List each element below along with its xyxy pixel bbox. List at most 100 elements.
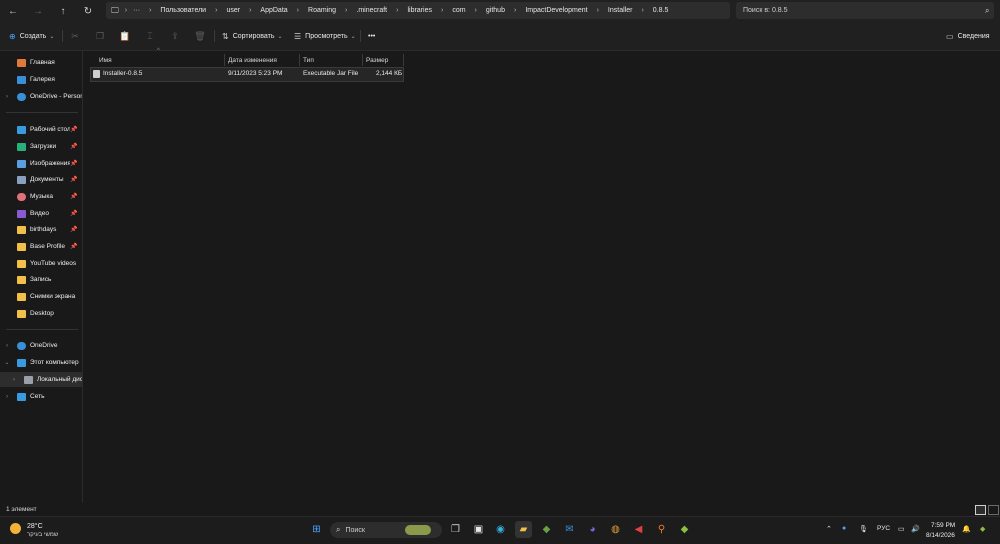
clock-date[interactable]: 8/14/2026: [926, 532, 955, 539]
sidebar-item-this-pc[interactable]: ⌄ Этот компьютер: [0, 355, 82, 370]
pin-icon[interactable]: 📌: [70, 226, 80, 233]
chevron-right-icon[interactable]: ›: [3, 343, 11, 349]
microphone-icon[interactable]: 🎙: [859, 525, 868, 533]
address-bar[interactable]: 🖵 › ··· › Пользователи › user › AppData …: [106, 2, 730, 19]
windows-start-icon[interactable]: ⊞: [308, 521, 325, 538]
column-header-size[interactable]: Размер: [366, 54, 388, 66]
sidebar-item-music[interactable]: Музыка 📌: [0, 189, 82, 204]
search-icon[interactable]: ⌕: [985, 6, 989, 16]
language-indicator[interactable]: РУС: [877, 525, 890, 532]
volume-icon[interactable]: 🔊: [911, 525, 920, 533]
sidebar-item-local-disk[interactable]: › Локальный диск: [0, 372, 82, 387]
breadcrumb-item[interactable]: github: [486, 7, 505, 14]
breadcrumb-item[interactable]: Installer: [608, 7, 633, 14]
view-button[interactable]: ☰ Просмотреть ⌄: [294, 29, 356, 43]
column-divider[interactable]: [224, 54, 225, 66]
sidebar-item-images[interactable]: Изображения 📌: [0, 156, 82, 171]
tiles-view-icon[interactable]: [988, 505, 999, 515]
back-arrow-icon[interactable]: ←: [5, 3, 21, 19]
up-arrow-icon[interactable]: ↑: [55, 3, 71, 19]
discord-icon[interactable]: ◕: [584, 521, 601, 538]
column-header-date[interactable]: Дата изменения: [228, 54, 277, 66]
breadcrumb-item[interactable]: .minecraft: [356, 7, 387, 14]
pin-icon[interactable]: 📌: [70, 210, 80, 217]
sidebar-item-recording[interactable]: Запись: [0, 272, 82, 287]
cut-icon[interactable]: ✂: [68, 29, 82, 43]
pin-icon[interactable]: 📌: [70, 126, 80, 133]
sidebar-item-desktop[interactable]: Рабочий стол 📌: [0, 122, 82, 137]
minecraft-icon[interactable]: ◆: [538, 521, 555, 538]
sidebar-item-label: Документы: [30, 176, 64, 183]
chrome-icon[interactable]: ◍: [607, 521, 624, 538]
copy-icon[interactable]: ❐: [93, 29, 107, 43]
sidebar-item-base-profile[interactable]: Base Profile 📌: [0, 239, 82, 254]
sidebar-item-onedrive[interactable]: › OneDrive: [0, 338, 82, 353]
chevron-right-icon[interactable]: ›: [3, 94, 11, 100]
taskbar-search[interactable]: ⌕ Поиск: [330, 522, 442, 538]
chevron-right-icon[interactable]: ›: [10, 377, 18, 383]
breadcrumb-item[interactable]: com: [452, 7, 465, 14]
search-input[interactable]: [741, 6, 965, 15]
sort-button[interactable]: ⇅ Сортировать ⌄: [222, 29, 283, 43]
chevron-down-icon[interactable]: ⌄: [3, 359, 11, 366]
edge-icon[interactable]: ◉: [492, 521, 509, 538]
sidebar-item-downloads[interactable]: Загрузки 📌: [0, 139, 82, 154]
search-app-icon[interactable]: ⚲: [653, 521, 670, 538]
column-header-type[interactable]: Тип: [303, 54, 314, 66]
pin-icon[interactable]: 📌: [70, 243, 80, 250]
forward-arrow-icon[interactable]: →: [30, 3, 46, 19]
sidebar-item-home[interactable]: Главная: [0, 55, 82, 70]
paste-icon[interactable]: 📋: [118, 29, 132, 43]
column-divider[interactable]: [362, 54, 363, 66]
details-view-icon[interactable]: [975, 505, 986, 515]
sidebar-item-documents[interactable]: Документы 📌: [0, 172, 82, 187]
pin-icon[interactable]: 📌: [70, 193, 80, 200]
search-box[interactable]: ⌕: [736, 2, 994, 19]
sidebar-item-screenshots[interactable]: Снимки экрана: [0, 289, 82, 304]
breadcrumb-item[interactable]: ImpactDevelopment: [525, 7, 587, 14]
file-explorer-icon[interactable]: ▰: [515, 521, 532, 538]
chevron-up-icon[interactable]: ⌃: [826, 525, 832, 533]
sidebar-item-gallery[interactable]: Галерея: [0, 72, 82, 87]
column-header-name[interactable]: Имя: [99, 54, 112, 66]
pin-icon[interactable]: 📌: [70, 143, 80, 150]
table-row[interactable]: Installer-0.8.5 9/11/2023 5:23 PM Execut…: [90, 67, 404, 82]
refresh-icon[interactable]: ↻: [80, 3, 96, 19]
breadcrumb-item[interactable]: Roaming: [308, 7, 336, 14]
details-button[interactable]: ▭ Сведения: [946, 29, 990, 43]
breadcrumb-overflow-icon[interactable]: ···: [133, 7, 140, 14]
chevron-right-icon[interactable]: ›: [3, 394, 11, 400]
pin-icon[interactable]: 📌: [70, 176, 80, 183]
delete-icon[interactable]: 🗑: [193, 29, 207, 43]
clock-time[interactable]: 7:59 PM: [931, 522, 955, 529]
column-divider[interactable]: [403, 54, 404, 66]
breadcrumb-item[interactable]: user: [226, 7, 240, 14]
notification-bell-icon[interactable]: 🔔: [962, 525, 971, 533]
sidebar-item-desktop-folder[interactable]: Desktop: [0, 306, 82, 321]
media-app-icon[interactable]: ◀: [630, 521, 647, 538]
breadcrumb-item[interactable]: Пользователи: [160, 7, 206, 14]
column-divider[interactable]: [299, 54, 300, 66]
sidebar-item-video[interactable]: Видео 📌: [0, 206, 82, 221]
task-view-icon[interactable]: ❐: [447, 521, 464, 538]
breadcrumb-item[interactable]: libraries: [407, 7, 432, 14]
pin-icon[interactable]: 📌: [70, 160, 80, 167]
network-icon[interactable]: ▭: [898, 525, 905, 533]
sidebar-item-birthdays[interactable]: birthdays 📌: [0, 222, 82, 237]
store-icon[interactable]: ▣: [470, 521, 487, 538]
copilot-icon[interactable]: ◆: [980, 525, 985, 533]
breadcrumb-item[interactable]: 0.8.5: [653, 7, 669, 14]
sidebar-item-youtube-videos[interactable]: YouTube videos: [0, 256, 82, 271]
weather-widget[interactable]: [10, 523, 24, 535]
sidebar-item-network[interactable]: › Сеть: [0, 389, 82, 404]
sidebar-item-onedrive-personal[interactable]: › OneDrive - Persona: [0, 89, 82, 104]
breadcrumb-separator: ›: [440, 7, 444, 14]
tray-app-icon[interactable]: ●: [842, 525, 846, 532]
more-options-button[interactable]: •••: [368, 29, 375, 43]
share-icon[interactable]: ⇪: [168, 29, 182, 43]
breadcrumb-item[interactable]: AppData: [260, 7, 287, 14]
rename-icon[interactable]: ⌶: [143, 29, 157, 43]
minecraft-launcher-icon[interactable]: ◆: [676, 521, 693, 538]
mail-icon[interactable]: ✉: [561, 521, 578, 538]
create-button[interactable]: ⊕ Создать ⌄: [9, 29, 54, 43]
